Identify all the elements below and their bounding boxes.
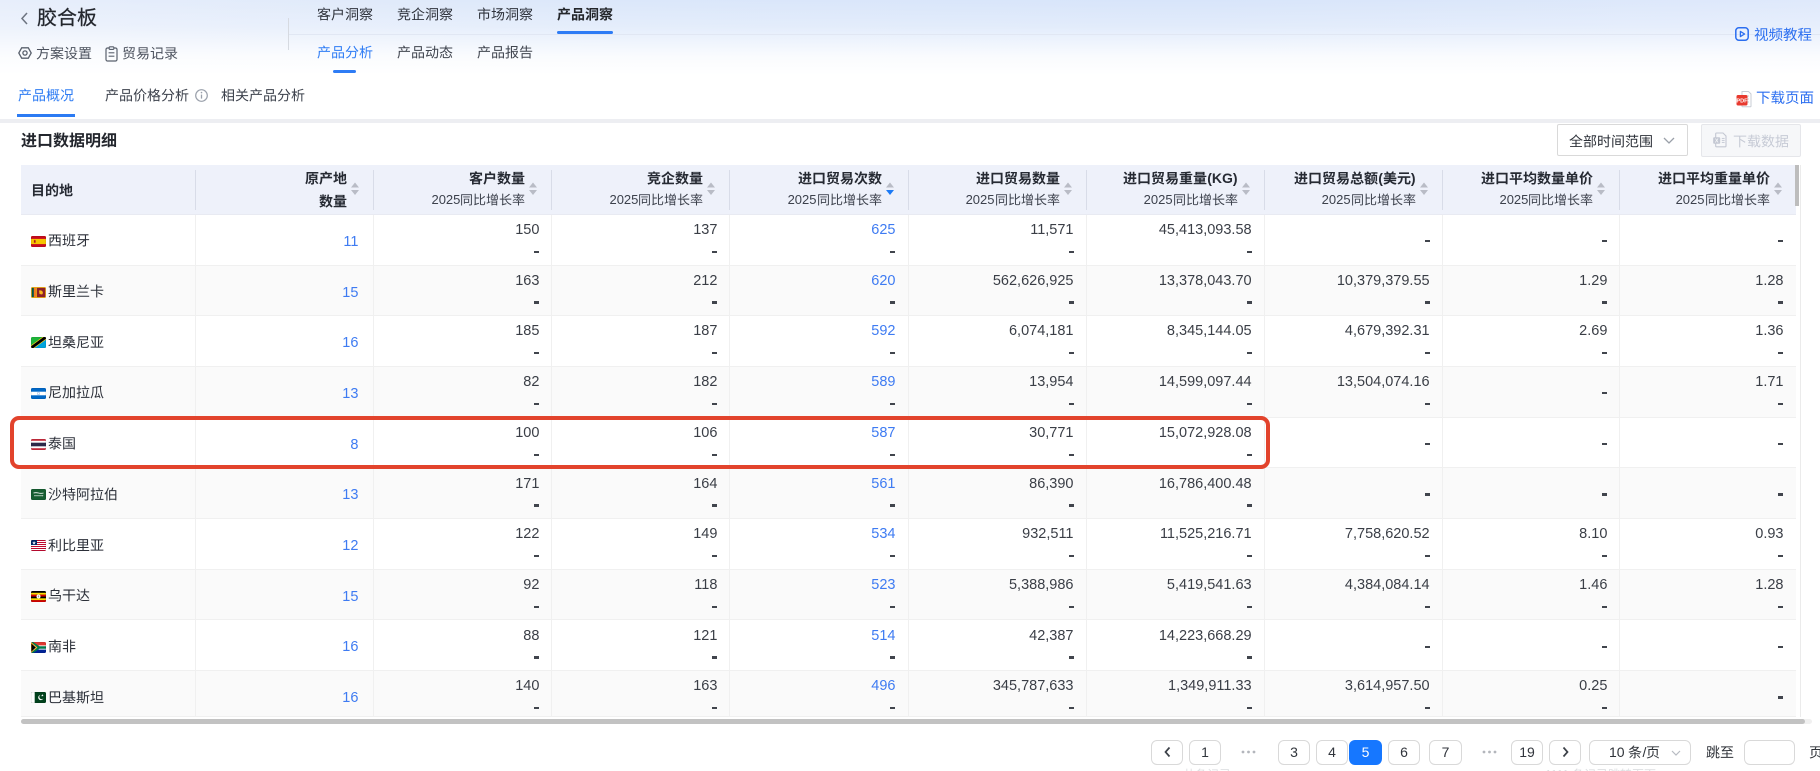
svg-text:X: X [1715, 138, 1719, 144]
svg-text:PDF: PDF [1736, 99, 1748, 105]
